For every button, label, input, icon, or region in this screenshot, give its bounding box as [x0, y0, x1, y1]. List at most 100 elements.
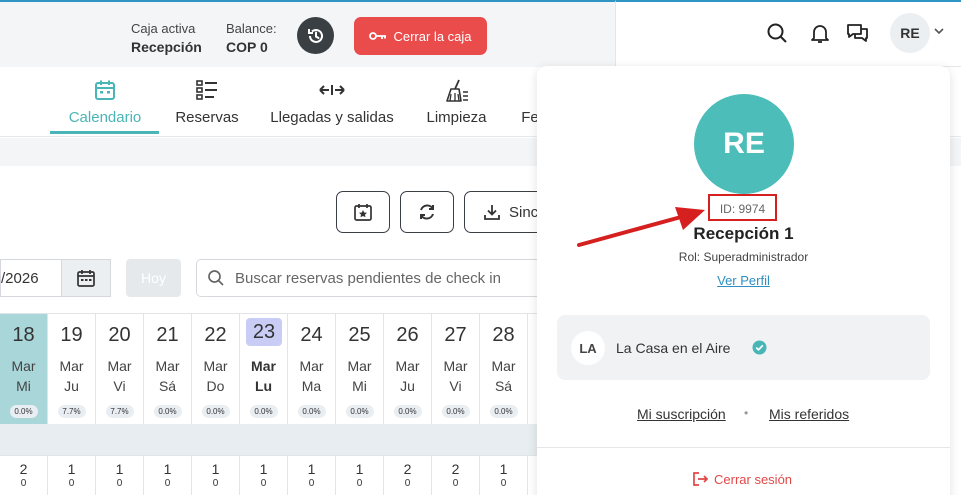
- profile-dropdown: RE ID: 9974 Recepción 1 Rol: Superadmini…: [537, 66, 950, 495]
- refresh-icon: [420, 204, 434, 220]
- day-column[interactable]: 21 Mar Sá 0.0%: [144, 314, 192, 424]
- count-cell: 1 0: [144, 456, 192, 495]
- day-weekday: Sá: [494, 378, 513, 394]
- day-column[interactable]: 22 Mar Do 0.0%: [192, 314, 240, 424]
- refresh-button[interactable]: [400, 191, 454, 233]
- count-cell: 1 0: [96, 456, 144, 495]
- count-available: 2: [403, 461, 412, 477]
- tab-limpieza[interactable]: Limpieza: [425, 67, 488, 135]
- close-cash-button[interactable]: Cerrar la caja: [354, 17, 487, 55]
- user-menu-avatar[interactable]: RE: [890, 13, 930, 53]
- day-weekday: Ju: [64, 378, 79, 394]
- download-icon: [484, 205, 500, 220]
- list-icon: [196, 80, 217, 100]
- count-cell: 2 0: [384, 456, 432, 495]
- date-field[interactable]: /2026: [0, 259, 62, 297]
- search-button[interactable]: [764, 20, 790, 46]
- day-column[interactable]: 18 Mar Mi 0.0%: [0, 314, 48, 424]
- messages-button[interactable]: [845, 20, 871, 46]
- calendar-icon: [77, 270, 95, 287]
- referrals-link[interactable]: Mis referidos: [769, 406, 849, 422]
- day-number: 18: [12, 324, 35, 346]
- favorite-calendar-button[interactable]: [336, 191, 390, 233]
- logout-button[interactable]: Cerrar sesión: [692, 471, 792, 487]
- day-weekday: Vi: [113, 378, 126, 394]
- day-month: Mar: [203, 358, 228, 374]
- count-secondary: 0: [308, 478, 315, 489]
- day-number: 27: [444, 324, 467, 346]
- view-profile-link[interactable]: Ver Perfil: [537, 273, 950, 288]
- tab-calendario[interactable]: Calendario: [66, 67, 144, 135]
- cash-register-bar: Caja activa Recepción Balance: COP 0 Cer…: [0, 0, 616, 67]
- top-bar: Caja activa Recepción Balance: COP 0 Cer…: [0, 0, 961, 67]
- occupancy-badge: 0.0%: [441, 405, 470, 418]
- today-label: Hoy: [141, 270, 166, 286]
- day-number: 24: [300, 324, 323, 346]
- occupancy-badge: 0.0%: [201, 405, 230, 418]
- calendar-days-header: 18 Mar Mi 0.0% 19 Mar Ju 7.7% 20 Mar Vi …: [0, 313, 540, 424]
- day-number: 28: [492, 324, 515, 346]
- balance-value: COP 0: [226, 39, 268, 55]
- verified-check-icon: [752, 340, 767, 355]
- count-available: 1: [355, 461, 364, 477]
- tab-llegadas-salidas[interactable]: Llegadas y salidas: [270, 67, 394, 135]
- day-weekday: Mi: [16, 378, 31, 394]
- date-picker-button[interactable]: [61, 259, 111, 297]
- property-card[interactable]: LA La Casa en el Aire: [557, 315, 930, 380]
- count-secondary: 0: [212, 478, 219, 489]
- property-initials: LA: [579, 340, 597, 356]
- close-cash-label: Cerrar la caja: [393, 28, 472, 44]
- top-accent-line: [616, 0, 961, 2]
- day-column[interactable]: 28 Mar Sá 0.0%: [480, 314, 528, 424]
- day-column[interactable]: 26 Mar Ju 0.0%: [384, 314, 432, 424]
- day-month: Mar: [107, 358, 132, 374]
- count-secondary: 0: [260, 478, 267, 489]
- day-column[interactable]: 27 Mar Vi 0.0%: [432, 314, 480, 424]
- day-weekday: Vi: [449, 378, 462, 394]
- day-number: 23: [246, 318, 282, 346]
- count-secondary: 0: [68, 478, 75, 489]
- count-cell: 1 0: [288, 456, 336, 495]
- day-column[interactable]: 25 Mar Mi 0.0%: [336, 314, 384, 424]
- tab-calendario-label: Calendario: [68, 109, 142, 126]
- balance-label: Balance:: [226, 21, 277, 36]
- count-secondary: 0: [116, 478, 123, 489]
- subscription-link[interactable]: Mi suscripción: [637, 406, 726, 422]
- occupancy-badge: 0.0%: [297, 405, 326, 418]
- count-secondary: 0: [404, 478, 411, 489]
- sync-label: Sinc: [509, 203, 539, 221]
- tab-reservas-label: Reservas: [175, 109, 239, 126]
- notifications-button[interactable]: [807, 20, 833, 46]
- user-initials: RE: [900, 25, 920, 41]
- today-button[interactable]: Hoy: [126, 259, 181, 297]
- day-column[interactable]: 20 Mar Vi 7.7%: [96, 314, 144, 424]
- count-available: 1: [307, 461, 316, 477]
- broom-icon: [445, 79, 468, 102]
- active-cash-info: Caja activa Recepción: [131, 19, 202, 57]
- tab-llegadas-salidas-label: Llegadas y salidas: [270, 109, 394, 126]
- tab-limpieza-label: Limpieza: [426, 109, 487, 126]
- reservation-search-input[interactable]: Buscar reservas pendientes de check in: [196, 259, 556, 297]
- chevron-down-icon[interactable]: [933, 25, 945, 37]
- day-column-today[interactable]: 23 Mar Lu 0.0%: [240, 314, 288, 424]
- occupancy-badge: 0.0%: [345, 405, 374, 418]
- logout-label: Cerrar sesión: [714, 471, 793, 487]
- day-column[interactable]: 19 Mar Ju 7.7%: [48, 314, 96, 424]
- day-number: 22: [204, 324, 227, 346]
- active-tab-underline: [50, 131, 159, 134]
- day-weekday: Ma: [301, 378, 322, 394]
- day-column[interactable]: 24 Mar Ma 0.0%: [288, 314, 336, 424]
- search-icon: [208, 270, 224, 286]
- count-available: 2: [451, 461, 460, 477]
- day-weekday: Ju: [400, 378, 415, 394]
- bell-icon: [811, 25, 829, 43]
- active-cash-label: Caja activa: [131, 21, 196, 36]
- count-cell: 1 0: [192, 456, 240, 495]
- tab-reservas[interactable]: Reservas: [175, 67, 239, 135]
- day-weekday: Mi: [352, 378, 367, 394]
- balance-info: Balance: COP 0: [226, 19, 277, 57]
- day-month: Mar: [251, 358, 276, 374]
- cash-history-button[interactable]: [297, 17, 334, 54]
- day-number: 25: [348, 324, 371, 346]
- history-icon: [307, 28, 323, 43]
